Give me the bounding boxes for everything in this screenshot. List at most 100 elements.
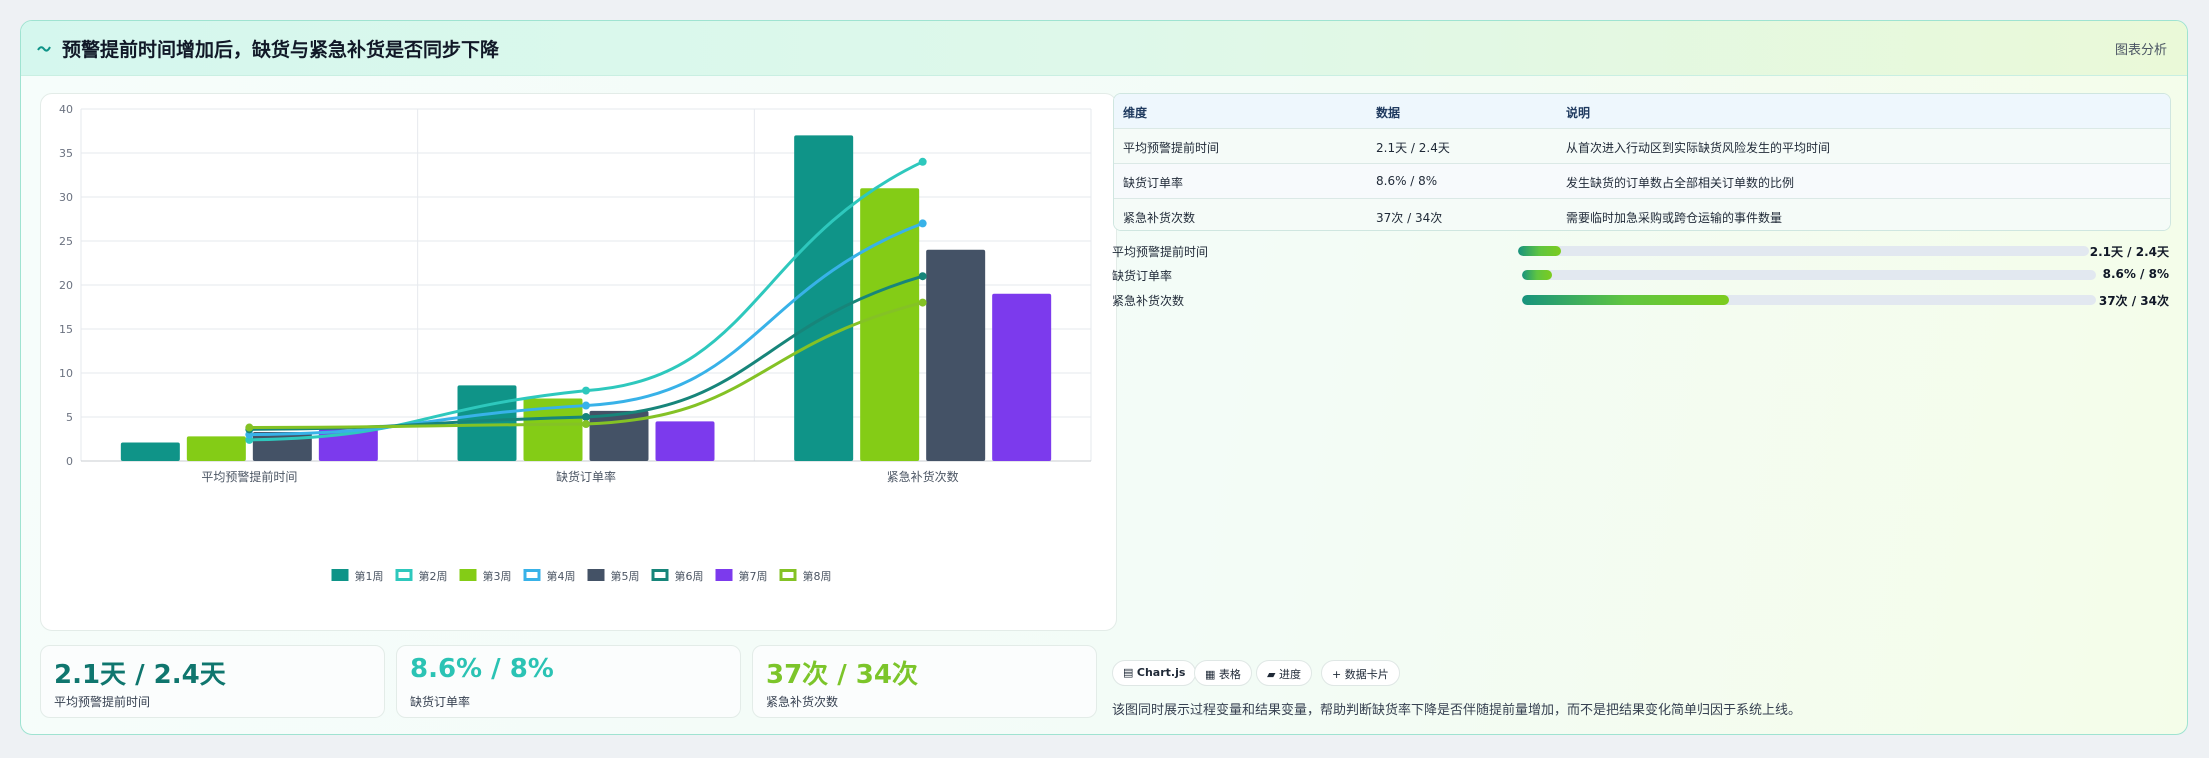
table-cell: 从首次进入行动区到实际缺货风险发生的平均时间 — [1566, 141, 1831, 155]
legend-swatch — [331, 569, 349, 581]
progress-track-lead-time — [1518, 246, 2089, 256]
y-tick-label: 5 — [66, 411, 73, 424]
bar — [992, 293, 1052, 461]
table-header-row: 维度 数据 说明 — [1114, 94, 2170, 129]
chip-progress[interactable]: ▰ 进度 — [1256, 660, 1312, 686]
table-header-cell: 说明 — [1566, 106, 1591, 120]
progress-label: 平均预警提前时间 — [1112, 245, 1209, 259]
table-cell: 2.1天 / 2.4天 — [1376, 141, 1450, 155]
legend-swatch — [779, 569, 797, 581]
x-tick-label: 平均预警提前时间 — [201, 469, 297, 484]
chip-label: 进度 — [1278, 668, 1301, 681]
y-tick-label: 0 — [66, 455, 73, 468]
y-tick-label: 15 — [59, 323, 73, 336]
progress-track-urgent-replenish — [1522, 295, 2096, 305]
chip-table[interactable]: ▦ 表格 — [1194, 660, 1252, 686]
table-cell: 需要临时加急采购或跨仓运输的事件数量 — [1566, 211, 1783, 225]
line-point — [918, 272, 927, 281]
data-table: 维度 数据 说明 平均预警提前时间 2.1天 / 2.4天 从首次进入行动区到实… — [1113, 93, 2171, 231]
bar — [120, 442, 180, 461]
legend-label: 第6周 — [675, 569, 704, 583]
stat-value: 2.1天 / 2.4天 — [54, 660, 226, 690]
stat-label: 缺货订单率 — [410, 695, 471, 709]
stat-card-lead-time: 2.1天 / 2.4天 平均预警提前时间 — [40, 645, 385, 718]
chart-wave-icon — [37, 46, 51, 52]
x-tick-label: 紧急补货次数 — [887, 469, 959, 484]
bar — [794, 135, 854, 461]
y-tick-label: 10 — [59, 367, 73, 380]
legend-swatch — [459, 569, 477, 581]
line-point — [918, 298, 927, 307]
legend-swatch — [651, 569, 669, 581]
stat-value: 8.6% / 8% — [410, 654, 554, 684]
legend-label: 第2周 — [419, 569, 448, 583]
progress-label: 缺货订单率 — [1112, 269, 1173, 283]
bar — [252, 431, 312, 461]
card-header: 预警提前时间增加后，缺货与紧急补货是否同步下降 图表分析 — [21, 21, 2187, 76]
progress-value: 2.1天 / 2.4天 — [2089, 245, 2169, 259]
chart-icon: ▤ — [1123, 666, 1137, 679]
table-icon: ▦ — [1205, 668, 1219, 681]
line-point — [918, 219, 927, 228]
table-header-cell: 数据 — [1376, 106, 1401, 120]
line-point — [245, 423, 254, 432]
table-cell: 37次 / 34次 — [1376, 211, 1443, 225]
line-point — [582, 386, 590, 395]
progress-label: 紧急补货次数 — [1112, 294, 1185, 308]
line-point — [582, 420, 590, 429]
legend-swatch — [523, 569, 541, 581]
plus-icon: + — [1332, 668, 1345, 681]
stat-card-urgent-replenish: 37次 / 34次 紧急补货次数 — [752, 645, 1097, 718]
stat-value: 37次 / 34次 — [766, 660, 918, 690]
stat-label: 平均预警提前时间 — [54, 695, 151, 709]
table-row: 缺货订单率 8.6% / 8% 发生缺货的订单数占全部相关订单数的比例 — [1114, 164, 2170, 199]
progress-fill — [1522, 270, 1553, 280]
progress-value: 8.6% / 8% — [2102, 267, 2169, 281]
y-tick-label: 40 — [59, 103, 73, 116]
legend-swatch — [395, 569, 413, 581]
y-tick-label: 20 — [59, 279, 73, 292]
legend-label: 第5周 — [611, 569, 640, 583]
combo-chart: 0 5 10 15 20 25 30 35 40 平均预警提前时间 缺货订单率 紧急补货次数第1周 第2… — [59, 103, 1092, 583]
legend-swatch — [715, 569, 733, 581]
y-tick-label: 30 — [59, 191, 73, 204]
x-tick-label: 缺货订单率 — [556, 469, 616, 484]
table-cell: 缺货订单率 — [1123, 176, 1184, 190]
progress-fill — [1518, 246, 1561, 256]
progress-fill — [1522, 295, 1729, 305]
progress-icon: ▰ — [1267, 668, 1279, 681]
legend-label: 第7周 — [739, 569, 768, 583]
bar — [926, 249, 986, 461]
bar — [186, 436, 246, 461]
chart-analysis-tag: 图表分析 — [2114, 43, 2167, 58]
page-title: 预警提前时间增加后，缺货与紧急补货是否同步下降 — [62, 39, 500, 61]
chart-panel: 0 5 10 15 20 25 30 35 40 平均预警提前时间 缺货订单率 紧急补货次数第1周 第2… — [40, 93, 1117, 631]
y-tick-label: 25 — [59, 235, 73, 248]
table-row: 紧急补货次数 37次 / 34次 需要临时加急采购或跨仓运输的事件数量 — [1114, 199, 2170, 230]
chart-note: 该图同时展示过程变量和结果变量，帮助判断缺货率下降是否伴随提前量增加，而不是把结… — [1112, 703, 1802, 718]
chip-data-card[interactable]: + 数据卡片 — [1321, 660, 1400, 686]
chip-label: Chart.js — [1136, 666, 1186, 679]
table-header-cell: 维度 — [1123, 106, 1148, 120]
table-row: 平均预警提前时间 2.1天 / 2.4天 从首次进入行动区到实际缺货风险发生的平… — [1114, 129, 2170, 164]
legend-label: 第8周 — [803, 569, 832, 583]
progress-value: 37次 / 34次 — [2098, 294, 2169, 308]
progress-track-stockout-rate — [1522, 270, 2096, 280]
table-cell: 平均预警提前时间 — [1123, 141, 1220, 155]
stat-card-stockout-rate: 8.6% / 8% 缺货订单率 — [396, 645, 741, 718]
table-cell: 发生缺货的订单数占全部相关订单数的比例 — [1566, 176, 1795, 190]
chip-label: 数据卡片 — [1344, 668, 1389, 681]
table-cell: 8.6% / 8% — [1376, 174, 1438, 188]
chip-chartjs[interactable]: ▤ Chart.js — [1112, 660, 1197, 686]
line-point — [582, 401, 590, 410]
chip-label: 表格 — [1218, 668, 1241, 681]
legend-label: 第3周 — [483, 569, 512, 583]
table-cell: 紧急补货次数 — [1123, 211, 1196, 225]
legend-label: 第1周 — [355, 569, 384, 583]
bar — [655, 421, 715, 461]
legend-swatch — [587, 569, 605, 581]
y-tick-label: 35 — [59, 147, 73, 160]
line-point — [918, 157, 927, 166]
line-point — [582, 413, 590, 421]
stat-label: 紧急补货次数 — [766, 695, 839, 709]
